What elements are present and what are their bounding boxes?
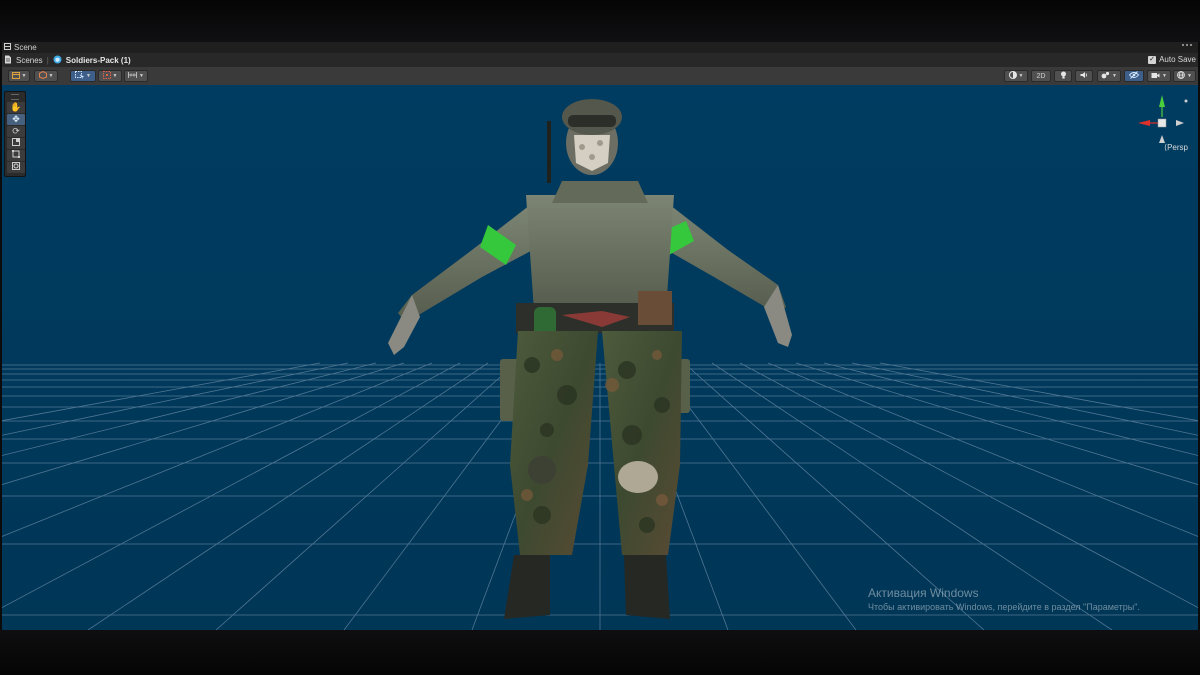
camera-settings-button[interactable]: ▼ (1147, 70, 1171, 82)
rect-tool-button[interactable] (7, 150, 25, 161)
scenes-icon (4, 55, 12, 66)
speaker-icon (1080, 71, 1088, 81)
scene-viewport[interactable]: ✋ ✥ ⟳ ⟨Persp Активация Windows Чтобы акт… (2, 85, 1198, 630)
activation-subtitle: Чтобы активировать Windows, перейдите в … (868, 602, 1140, 612)
chevron-down-icon: ▼ (112, 73, 118, 79)
gizmos-button[interactable]: ▼ (1173, 70, 1196, 82)
scene-toolbar: ▼ ▼ ▼ ▼ ▼ ▼ 2D ▼ ▼ ▼ (2, 67, 1198, 86)
scene-grid-and-model (2, 85, 1198, 630)
select-icon (75, 71, 85, 81)
panel-menu-icon[interactable] (1182, 44, 1192, 46)
breadcrumb: Scenes | Soldiers-Pack (1) ✓ Auto Save (2, 53, 1198, 68)
move-arrows-icon: ✥ (12, 114, 20, 124)
chevron-down-icon: ▼ (1162, 73, 1167, 79)
audio-toggle-button[interactable] (1075, 70, 1093, 82)
scale-tool-button[interactable] (7, 138, 25, 149)
eye-slash-icon (1128, 71, 1140, 81)
transform-combined-icon (12, 162, 20, 173)
breadcrumb-current-prefab[interactable]: Soldiers-Pack (1) (66, 56, 131, 65)
grid-icon (128, 71, 137, 81)
chevron-down-icon: ▼ (21, 73, 27, 79)
video-letterbox-top (0, 0, 1200, 42)
lighting-toggle-button[interactable] (1054, 70, 1072, 82)
breadcrumb-separator: | (46, 56, 49, 65)
hidden-objects-toggle-button[interactable] (1124, 70, 1144, 82)
chevron-down-icon: ▼ (1187, 73, 1192, 79)
chevron-down-icon: ▼ (48, 73, 54, 79)
snap-toggle-button[interactable]: ▼ (98, 70, 122, 82)
unity-scene-window: Scene Scenes | Soldiers-Pack (1) ✓ Auto … (2, 42, 1198, 630)
shading-sphere-icon (1008, 71, 1017, 81)
scene-tab-icon (4, 42, 11, 53)
shading-mode-button[interactable]: ▼ (1004, 70, 1028, 82)
video-letterbox-bottom (0, 630, 1200, 675)
x-axis-cone-icon (1138, 120, 1150, 126)
persp-text: Persp (1167, 143, 1188, 152)
auto-save-toggle[interactable]: ✓ Auto Save (1148, 55, 1196, 64)
panel-title-bar: Scene (2, 42, 1198, 53)
perspective-label[interactable]: ⟨Persp (1164, 143, 1188, 152)
toggle-2d-button[interactable]: 2D (1031, 70, 1051, 82)
cube-icon (38, 70, 47, 81)
effects-button[interactable]: ▼ (1097, 70, 1121, 82)
grid-toggle-button[interactable]: ▼ (124, 70, 148, 82)
hand-tool-button[interactable]: ✋ (7, 102, 25, 113)
rect-transform-icon (12, 150, 20, 161)
rotate-icon: ⟳ (12, 126, 20, 136)
scene-tab[interactable]: Scene (4, 42, 37, 53)
render-mode-button[interactable]: ▼ (34, 70, 58, 82)
chevron-down-icon: ▼ (1112, 73, 1117, 79)
gizmos-globe-icon (1177, 71, 1185, 81)
toolbar-grip-handle[interactable] (11, 94, 19, 100)
auto-save-checkbox[interactable]: ✓ (1148, 55, 1157, 64)
windows-activation-watermark: Активация Windows Чтобы активировать Win… (868, 586, 1140, 612)
transform-toggle-button[interactable]: ▼ (70, 70, 96, 82)
chevron-down-icon: ▼ (86, 73, 91, 79)
prefab-icon (53, 55, 62, 66)
rotate-tool-button[interactable]: ⟳ (7, 126, 25, 137)
effects-icon (1101, 71, 1110, 81)
scene-tools-overlay: ✋ ✥ ⟳ (4, 91, 26, 177)
chevron-down-icon: ▼ (1018, 73, 1024, 79)
hand-icon: ✋ (10, 102, 22, 112)
y-axis-cone-icon (1159, 95, 1165, 107)
draw-mode-button[interactable]: ▼ (8, 70, 30, 82)
activation-title: Активация Windows (868, 586, 979, 600)
chevron-down-icon: ▼ (139, 73, 144, 79)
move-tool-button[interactable]: ✥ (7, 114, 25, 125)
draw-mode-icon (11, 71, 20, 81)
scene-tab-label: Scene (14, 43, 37, 52)
scale-icon (12, 138, 20, 149)
camera-icon (1151, 72, 1160, 81)
breadcrumb-scenes[interactable]: Scenes (16, 56, 43, 65)
auto-save-label: Auto Save (1159, 55, 1196, 64)
toggle-2d-label: 2D (1036, 72, 1046, 80)
light-bulb-icon (1060, 71, 1067, 81)
snap-grid-icon (102, 71, 111, 81)
transform-tool-button[interactable] (7, 162, 25, 173)
